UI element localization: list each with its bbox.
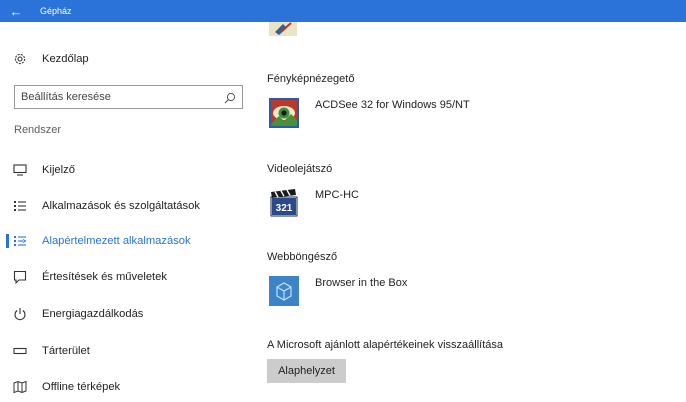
sidebar-item-default-apps[interactable]: Alapértelmezett alkalmazások [0, 226, 258, 256]
sidebar-item-storage[interactable]: Tárterület [0, 336, 258, 366]
sidebar-item-label: Offline térképek [42, 381, 121, 393]
sidebar-item-label: Kijelző [42, 164, 75, 176]
mpc-hc-icon: 321 [269, 188, 299, 218]
sidebar-item-offline-maps[interactable]: Offline térképek [0, 372, 258, 402]
app-name: Browser in the Box [315, 277, 408, 289]
browser-box-icon [269, 276, 299, 306]
sidebar-item-label: Tárterület [42, 345, 90, 357]
svg-text:321: 321 [276, 203, 293, 214]
sidebar-item-apps[interactable]: Alkalmazások és szolgáltatások [0, 191, 258, 221]
notification-icon [12, 269, 28, 285]
window-title: Gépház [40, 6, 72, 16]
sidebar-item-power[interactable]: Energiagazdálkodás [0, 299, 258, 329]
app-select-video-player[interactable]: 321 MPC-HC [267, 186, 567, 220]
category-title-video-player: Videolejátszó [267, 163, 333, 175]
title-bar: ← Gépház [0, 0, 686, 22]
search-input[interactable]: Beállítás keresése [14, 85, 243, 109]
sidebar: Kezdőlap Beállítás keresése Rendszer Kij… [0, 22, 258, 395]
acdsee-icon [269, 98, 299, 128]
apps-list-icon [12, 198, 28, 214]
app-select-photo-viewer[interactable]: ACDSee 32 for Windows 95/NT [267, 96, 567, 130]
category-title-photo-viewer: Fényképnézegető [267, 73, 355, 85]
default-apps-icon [12, 233, 28, 249]
back-arrow-icon: ← [9, 3, 23, 19]
category-title-web-browser: Webböngésző [267, 251, 338, 263]
active-indicator [6, 234, 9, 248]
sidebar-item-home[interactable]: Kezdőlap [0, 44, 258, 74]
search-placeholder: Beállítás keresése [21, 91, 111, 103]
reset-label: A Microsoft ajánlott alapértékeinek viss… [267, 339, 504, 351]
sidebar-item-label: Alapértelmezett alkalmazások [42, 235, 191, 247]
sidebar-item-label: Értesítések és műveletek [42, 271, 167, 283]
sidebar-item-notifications[interactable]: Értesítések és műveletek [0, 262, 258, 292]
main-content: Fényképnézegető ACDSee 32 for Windows 95… [258, 22, 686, 395]
back-button[interactable]: ← [0, 0, 32, 22]
storage-icon [12, 343, 28, 359]
monitor-icon [12, 162, 28, 178]
search-icon [224, 91, 236, 104]
sidebar-item-home-label: Kezdőlap [42, 53, 89, 65]
section-label: Rendszer [14, 124, 62, 136]
map-icon [12, 379, 28, 395]
app-name: MPC-HC [315, 189, 359, 201]
sidebar-item-label: Alkalmazások és szolgáltatások [42, 200, 200, 212]
app-select-web-browser[interactable]: Browser in the Box [267, 274, 567, 308]
previous-app-icon [269, 22, 297, 36]
reset-button[interactable]: Alaphelyzet [267, 359, 346, 383]
power-icon [12, 306, 28, 322]
sidebar-item-display[interactable]: Kijelző [0, 155, 258, 185]
gear-icon [12, 51, 28, 67]
app-name: ACDSee 32 for Windows 95/NT [315, 99, 470, 111]
sidebar-item-label: Energiagazdálkodás [42, 308, 144, 320]
